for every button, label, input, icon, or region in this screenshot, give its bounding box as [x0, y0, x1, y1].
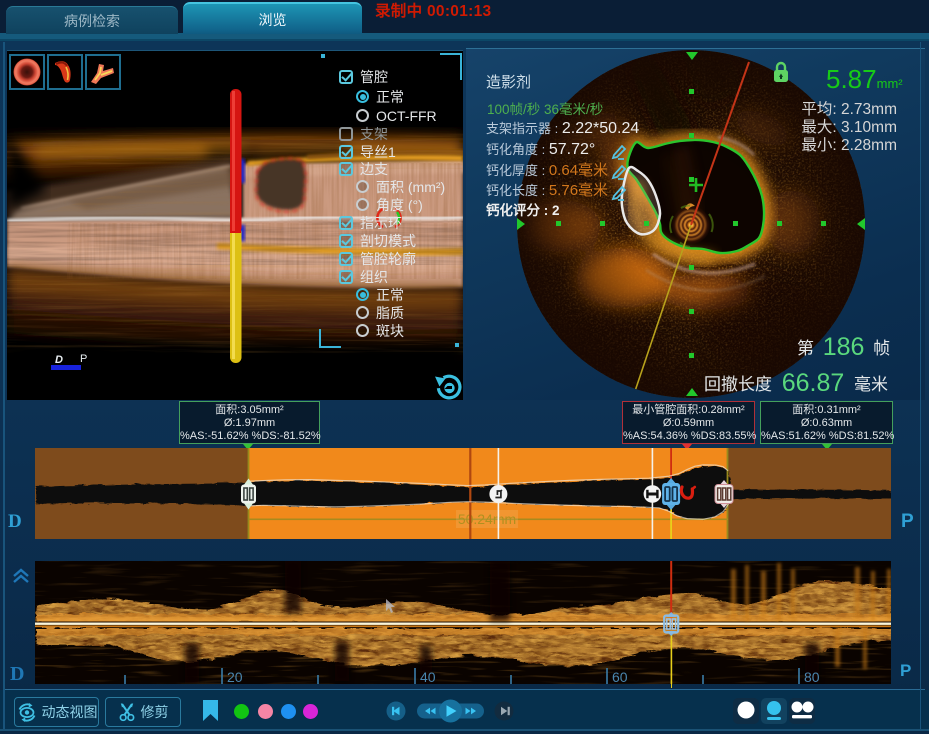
svg-text:50.24mm: 50.24mm — [458, 511, 516, 527]
svg-text:P: P — [80, 353, 87, 365]
svg-text:20: 20 — [227, 669, 243, 684]
svg-text:D: D — [55, 354, 63, 366]
svg-text:80: 80 — [804, 669, 820, 684]
svg-text:40: 40 — [420, 669, 436, 684]
svg-text:60: 60 — [612, 669, 628, 684]
